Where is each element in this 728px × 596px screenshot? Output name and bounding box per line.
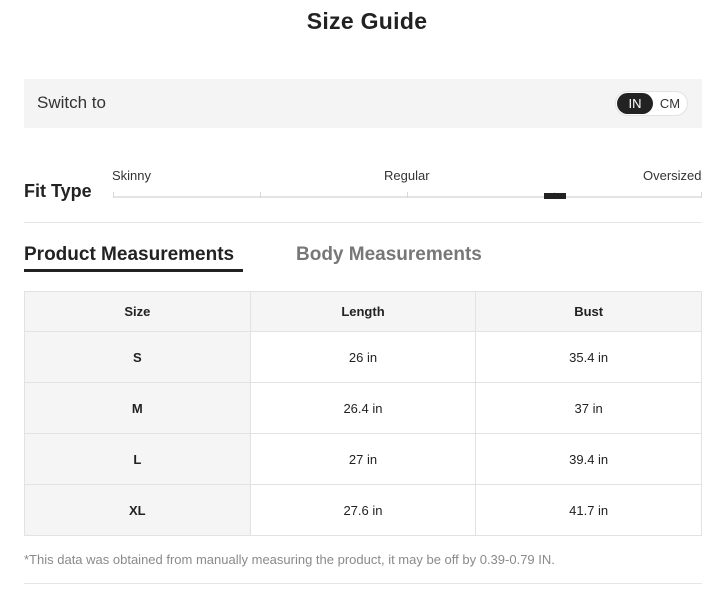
table-row: S 26 in 35.4 in [24,331,702,383]
measurement-disclaimer: *This data was obtained from manually me… [24,552,555,567]
header-bust: Bust [475,291,702,332]
table-row: M 26.4 in 37 in [24,382,702,434]
size-table: Size Length Bust S 26 in 35.4 in M 26.4 … [24,291,702,536]
unit-switch-bar: Switch to IN CM [24,79,702,128]
fit-scale-notch [701,192,702,198]
table-header-row: Size Length Bust [24,291,702,332]
fit-option-skinny: Skinny [112,168,152,183]
fit-option-regular: Regular [384,168,430,183]
fit-scale-notch [260,192,261,198]
table-row: L 27 in 39.4 in [24,433,702,485]
footer-divider [24,583,702,584]
page-title: Size Guide [306,8,428,34]
fit-type-label: Fit Type [24,181,92,201]
size-cell: L [24,433,251,485]
header-size: Size [24,291,251,332]
table-row: XL 27.6 in 41.7 in [24,484,702,536]
bust-cell: 39.4 in [475,433,702,485]
size-cell: XL [24,484,251,536]
fit-scale-notch [407,192,408,198]
tab-product-measurements[interactable]: Product Measurements [24,244,234,266]
length-cell: 27 in [249,433,477,485]
active-tab-underline [24,269,243,272]
switch-label: Switch to [37,93,106,112]
unit-cm-option[interactable]: CM [654,93,686,114]
fit-option-oversized: Oversized [643,168,702,183]
size-cell: S [24,331,251,383]
tab-body-measurements[interactable]: Body Measurements [296,244,482,266]
length-cell: 27.6 in [249,484,477,536]
bust-cell: 37 in [475,382,702,434]
fit-scale-notch [113,192,114,198]
unit-in-option[interactable]: IN [617,93,653,114]
length-cell: 26 in [249,331,477,383]
bust-cell: 41.7 in [475,484,702,536]
header-length: Length [249,291,477,332]
unit-toggle[interactable]: IN CM [615,91,688,116]
length-cell: 26.4 in [249,382,477,434]
section-divider [24,222,702,223]
bust-cell: 35.4 in [475,331,702,383]
fit-scale-marker [544,193,566,199]
size-cell: M [24,382,251,434]
